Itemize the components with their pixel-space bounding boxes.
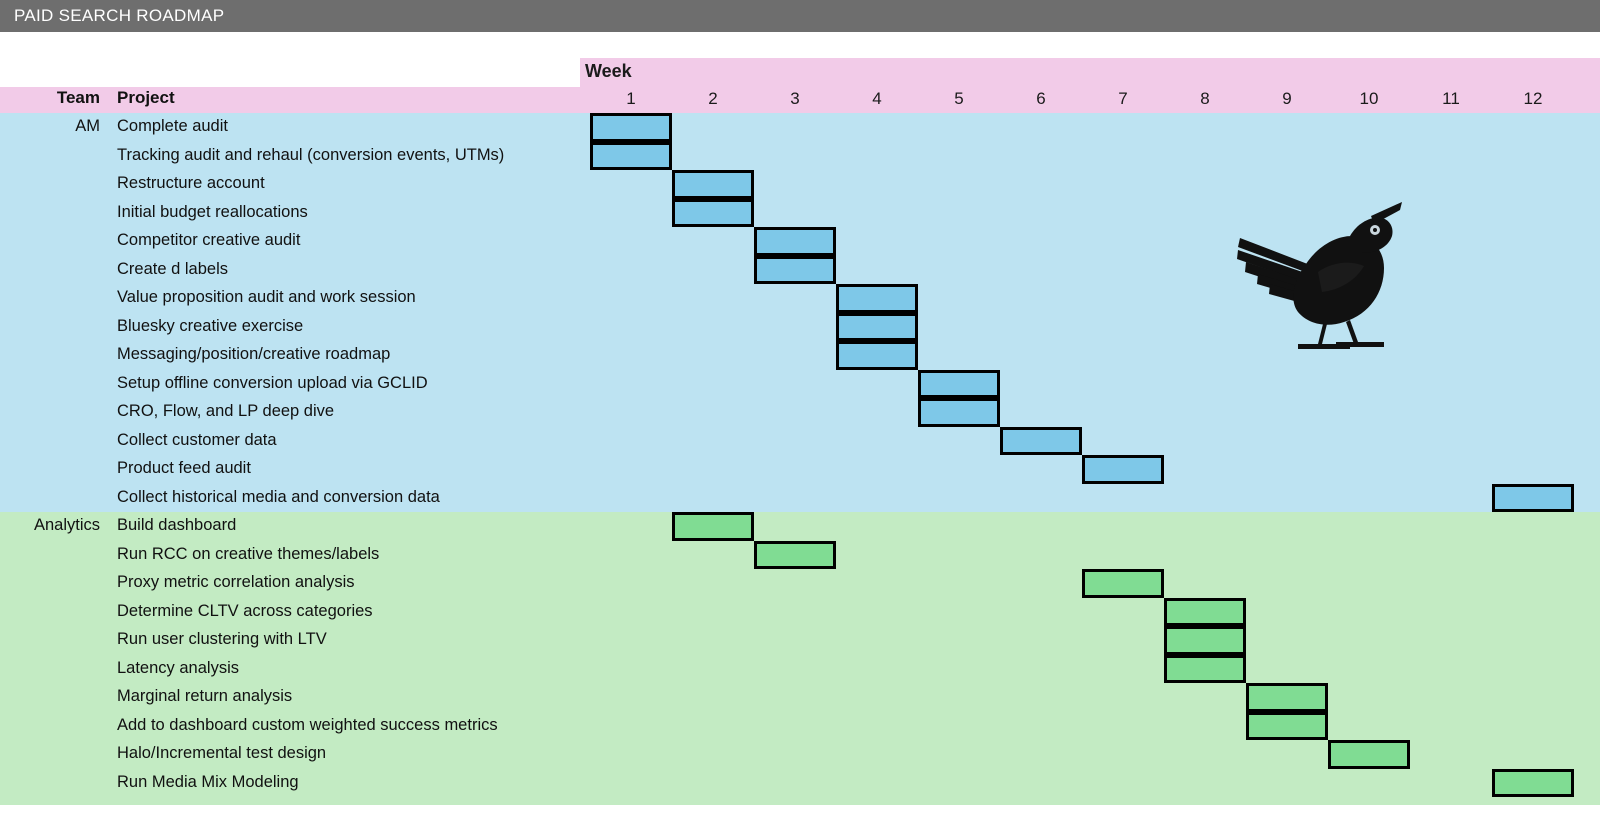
table-row: Tracking audit and rehaul (conversion ev…: [0, 142, 1600, 171]
gantt-bar[interactable]: [1246, 711, 1328, 740]
week-number-12: 12: [1523, 89, 1543, 108]
project-label: Run Media Mix Modeling: [117, 772, 299, 791]
project-label: Tracking audit and rehaul (conversion ev…: [117, 145, 505, 164]
project-label: Competitor creative audit: [117, 231, 301, 249]
week-number-5: 5: [954, 89, 964, 108]
project-label: Add to dashboard custom weighted success…: [117, 715, 498, 734]
project-label: Product feed audit: [117, 459, 251, 477]
table-row: Run Media Mix Modeling: [0, 769, 1600, 798]
table-row: Collect customer data: [0, 427, 1600, 456]
project-label: Complete audit: [117, 117, 228, 135]
project-label: Initial budget reallocations: [117, 202, 308, 221]
gantt-bar[interactable]: [590, 113, 672, 142]
project-label: Value proposition audit and work session: [117, 288, 416, 306]
header-project: Project: [117, 88, 175, 107]
gantt-bar[interactable]: [1164, 654, 1246, 683]
gantt-bar[interactable]: [672, 198, 754, 227]
project-label: Latency analysis: [117, 658, 239, 677]
project-label: Run RCC on creative themes/labels: [117, 544, 380, 563]
week-number-10: 10: [1359, 89, 1379, 108]
gantt-bar[interactable]: [754, 540, 836, 569]
week-number-6: 6: [1036, 89, 1046, 108]
week-number-9: 9: [1282, 89, 1292, 108]
team-label-am: AM: [75, 117, 100, 135]
gantt-bar[interactable]: [918, 369, 1000, 398]
gantt-bar[interactable]: [836, 312, 918, 341]
week-number-11: 11: [1442, 89, 1460, 108]
project-label: Create d labels: [117, 259, 228, 278]
gantt-bar[interactable]: [1164, 597, 1246, 626]
project-label: Marginal return analysis: [117, 687, 293, 705]
gantt-bar[interactable]: [590, 141, 672, 170]
project-label: Messaging/position/creative roadmap: [117, 345, 391, 363]
project-label: Halo/Incremental test design: [117, 744, 327, 762]
project-label: Proxy metric correlation analysis: [117, 573, 355, 591]
week-label: Week: [585, 61, 632, 81]
week-number-8: 8: [1200, 89, 1210, 108]
table-row: Run user clustering with LTV: [0, 626, 1600, 655]
gantt-bar[interactable]: [836, 341, 918, 370]
project-label: Collect historical media and conversion …: [117, 487, 440, 506]
table-row: Collect historical media and conversion …: [0, 484, 1600, 513]
project-label: Restructure account: [117, 174, 265, 192]
gantt-bar[interactable]: [754, 255, 836, 284]
gantt-bar[interactable]: [918, 398, 1000, 427]
week-number-7: 7: [1118, 89, 1128, 108]
week-number-3: 3: [790, 89, 800, 108]
week-band: [580, 58, 1600, 87]
gantt-bar[interactable]: [1082, 455, 1164, 484]
gantt-bar[interactable]: [1492, 768, 1574, 797]
table-row: Proxy metric correlation analysis: [0, 569, 1600, 598]
table-row: Latency analysis: [0, 655, 1600, 684]
project-label: Build dashboard: [117, 516, 237, 534]
gantt-bar[interactable]: [1082, 569, 1164, 598]
page-title: PAID SEARCH ROADMAP: [14, 6, 225, 25]
table-row: AM Complete audit: [0, 113, 1600, 142]
table-row: Add to dashboard custom weighted success…: [0, 712, 1600, 741]
table-row: Setup offline conversion upload via GCLI…: [0, 370, 1600, 399]
week-number-2: 2: [708, 89, 718, 108]
gantt-bar[interactable]: [672, 170, 754, 199]
table-row: Product feed audit: [0, 455, 1600, 484]
gantt-bar[interactable]: [1492, 483, 1574, 512]
project-label: CRO, Flow, and LP deep dive: [117, 402, 335, 420]
project-label: Run user clustering with LTV: [117, 630, 327, 648]
team-label-analytics: Analytics: [33, 516, 100, 534]
table-row: CRO, Flow, and LP deep dive: [0, 398, 1600, 427]
table-row: Marginal return analysis: [0, 683, 1600, 712]
project-label: Setup offline conversion upload via GCLI…: [117, 373, 428, 392]
project-label: Collect customer data: [117, 430, 277, 449]
gantt-bar[interactable]: [1164, 626, 1246, 655]
title-bar: PAID SEARCH ROADMAP: [0, 0, 1600, 32]
gantt-bar[interactable]: [672, 512, 754, 541]
table-row: Analytics Build dashboard: [0, 512, 1600, 541]
gantt-bar[interactable]: [1328, 740, 1410, 769]
project-label: Bluesky creative exercise: [117, 316, 304, 335]
week-number-1: 1: [626, 89, 636, 108]
project-label: Determine CLTV across categories: [117, 601, 373, 620]
gantt-bar[interactable]: [1000, 426, 1082, 455]
gantt-page: PAID SEARCH ROADMAP Week Team Project 12…: [0, 0, 1600, 826]
gantt-bar[interactable]: [1246, 683, 1328, 712]
bird-logo: [1232, 192, 1402, 352]
gantt-bar[interactable]: [754, 227, 836, 256]
gantt-bar[interactable]: [836, 284, 918, 313]
week-number-4: 4: [872, 89, 882, 108]
table-row: Determine CLTV across categories: [0, 598, 1600, 627]
header-team: Team: [56, 88, 100, 107]
